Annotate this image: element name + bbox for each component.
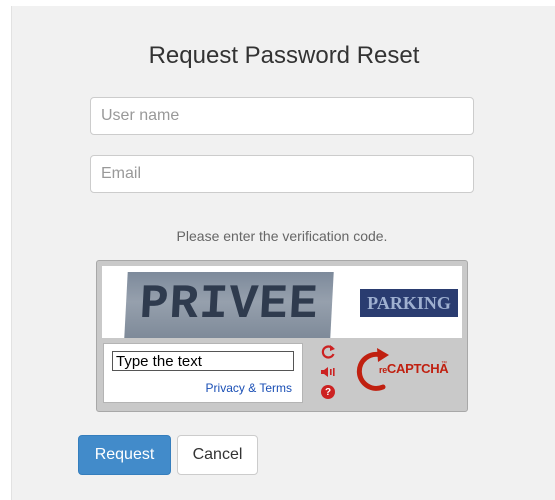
username-input[interactable] bbox=[90, 97, 474, 135]
recaptcha-logo-text: reCAPTCHA bbox=[379, 361, 449, 376]
captcha-audio-button[interactable] bbox=[317, 363, 339, 381]
request-button[interactable]: Request bbox=[78, 435, 171, 475]
captcha-response-input[interactable] bbox=[112, 351, 294, 371]
help-icon: ? bbox=[321, 385, 335, 399]
captcha-controls: ? bbox=[317, 343, 339, 403]
cancel-button[interactable]: Cancel bbox=[177, 435, 258, 475]
audio-icon bbox=[321, 367, 335, 377]
captcha-refresh-button[interactable] bbox=[317, 343, 339, 361]
recaptcha-widget: PRIVEE PARKING Privacy & Terms bbox=[96, 260, 468, 412]
reset-panel: Request Password Reset Please enter the … bbox=[11, 6, 555, 500]
verification-hint: Please enter the verification code. bbox=[176, 228, 388, 244]
captcha-word-primary: PRIVEE bbox=[124, 272, 334, 338]
refresh-icon bbox=[321, 345, 335, 359]
email-input[interactable] bbox=[90, 155, 474, 193]
recaptcha-logo: reCAPTCHA ™ bbox=[351, 347, 463, 397]
captcha-word-secondary-text: PARKING bbox=[367, 293, 451, 313]
page-title: Request Password Reset bbox=[148, 42, 420, 69]
privacy-terms-link[interactable]: Privacy & Terms bbox=[206, 381, 292, 395]
captcha-help-button[interactable]: ? bbox=[317, 383, 339, 401]
recaptcha-trademark: ™ bbox=[441, 361, 447, 367]
captcha-image: PRIVEE PARKING bbox=[102, 266, 462, 338]
captcha-input-area: Privacy & Terms bbox=[103, 343, 303, 403]
captcha-word-primary-text: PRIVEE bbox=[138, 278, 320, 332]
captcha-word-secondary: PARKING bbox=[360, 289, 458, 317]
